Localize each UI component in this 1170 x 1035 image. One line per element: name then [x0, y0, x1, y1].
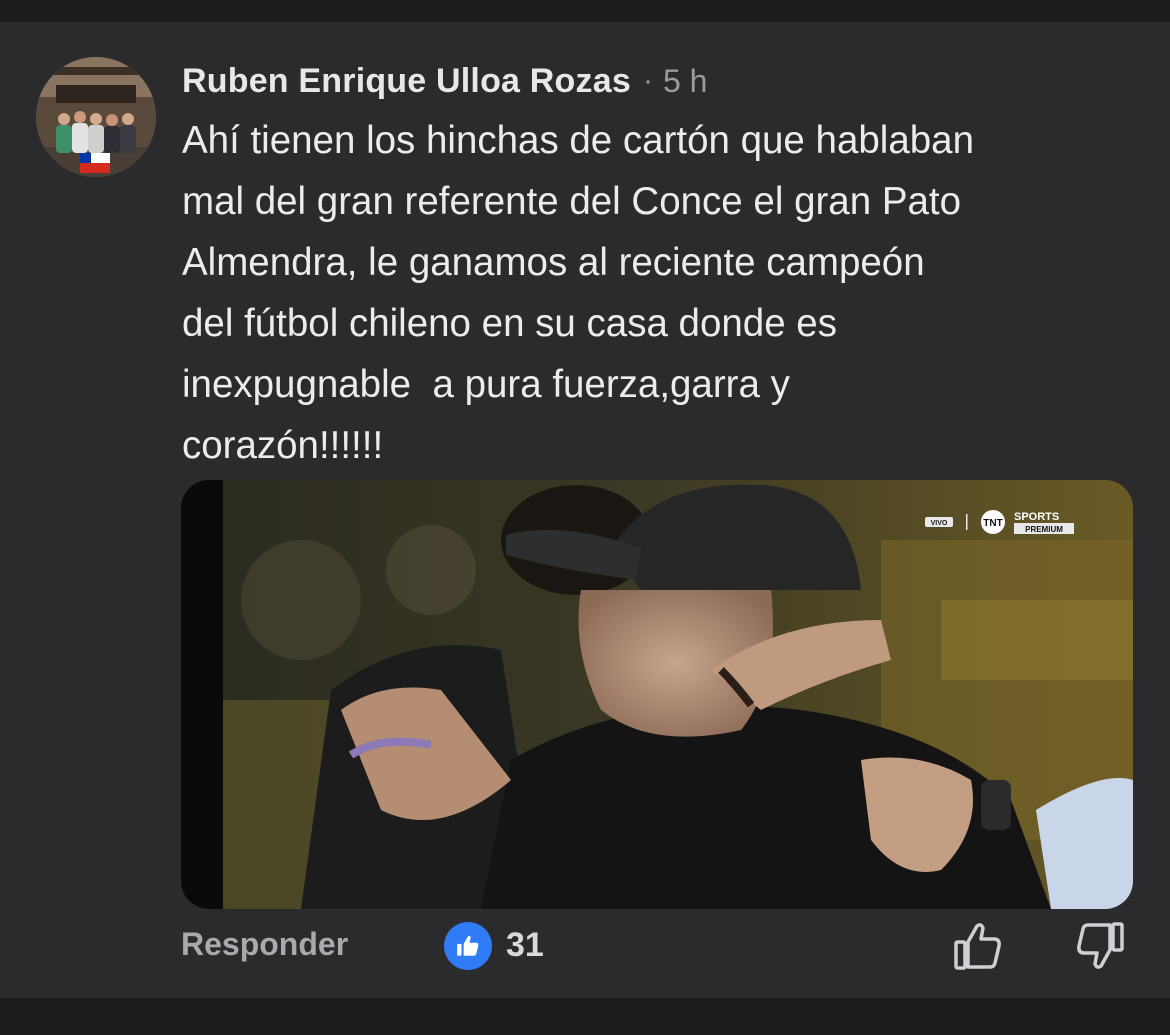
- comment-body: Ahí tienen los hinchas de cartón que hab…: [182, 119, 974, 467]
- author-name[interactable]: Ruben Enrique Ulloa Rozas: [182, 62, 631, 101]
- premium-label: PREMIUM: [1025, 525, 1063, 534]
- avatar-photo: [36, 57, 156, 177]
- sports-label: SPORTS: [1014, 511, 1059, 523]
- comment-header: Ruben Enrique Ulloa Rozas · 5 h: [182, 58, 707, 104]
- top-divider: [0, 0, 1170, 22]
- thumb-up-outline-icon[interactable]: [953, 920, 1003, 972]
- comment-actions: Responder 31: [0, 918, 1170, 978]
- broadcast-photo: VIVO TNT SPORTS PREMIUM: [181, 480, 1133, 909]
- reply-button[interactable]: Responder: [181, 926, 348, 963]
- comment-image[interactable]: VIVO TNT SPORTS PREMIUM: [181, 480, 1133, 909]
- comment-timestamp[interactable]: 5 h: [663, 63, 707, 100]
- live-label: VIVO: [931, 520, 948, 527]
- bottom-divider: [0, 998, 1170, 1035]
- avatar[interactable]: [36, 57, 156, 177]
- like-count[interactable]: 31: [506, 926, 544, 965]
- thumbs-up-icon[interactable]: [444, 922, 492, 970]
- meta-separator: ·: [642, 64, 653, 97]
- thumb-down-outline-icon[interactable]: [1075, 920, 1125, 972]
- tnt-logo: TNT: [983, 518, 1002, 529]
